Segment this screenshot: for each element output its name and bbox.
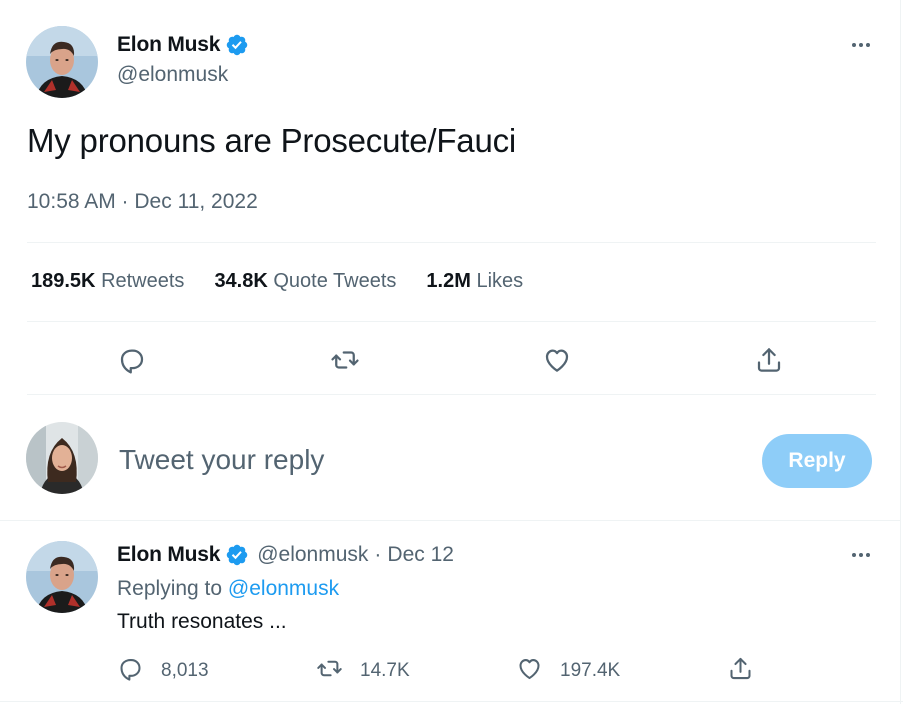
reply-icon[interactable] bbox=[117, 655, 144, 687]
section-divider bbox=[0, 520, 901, 521]
more-options-icon[interactable] bbox=[843, 27, 879, 63]
retweet-count: 14.7K bbox=[360, 660, 410, 681]
retweet-icon[interactable] bbox=[325, 340, 365, 380]
quote-tweets-label: Quote Tweets bbox=[273, 270, 397, 292]
likes-count: 1.2M bbox=[426, 270, 471, 292]
bottom-border bbox=[0, 701, 903, 702]
reply-input[interactable] bbox=[119, 444, 719, 476]
tweet-timestamp[interactable]: 10:58 AM · Dec 11, 2022 bbox=[27, 190, 258, 214]
author-name[interactable]: Elon Musk bbox=[117, 33, 220, 57]
reply-icon[interactable] bbox=[112, 340, 152, 380]
reply-count: 8,013 bbox=[161, 660, 209, 681]
likes-stat[interactable]: 1.2M Likes bbox=[426, 270, 523, 293]
author-name-row: Elon Musk bbox=[117, 33, 249, 57]
divider bbox=[27, 242, 876, 243]
reply-more-options-icon[interactable] bbox=[843, 537, 879, 573]
divider bbox=[27, 394, 876, 395]
reply-author-name[interactable]: Elon Musk bbox=[117, 543, 220, 567]
divider bbox=[27, 321, 876, 322]
quote-tweets-stat[interactable]: 34.8K Quote Tweets bbox=[214, 270, 396, 293]
likes-label: Likes bbox=[476, 270, 524, 292]
tweet-stats: 189.5K Retweets 34.8K Quote Tweets 1.2M … bbox=[31, 270, 553, 293]
separator-dot: · bbox=[374, 543, 382, 566]
verified-badge-icon bbox=[225, 543, 249, 567]
reply-author-avatar[interactable] bbox=[26, 541, 98, 613]
author-handle[interactable]: @elonmusk bbox=[117, 63, 228, 87]
like-icon[interactable] bbox=[516, 655, 543, 687]
retweets-stat[interactable]: 189.5K Retweets bbox=[31, 270, 184, 293]
retweets-count: 189.5K bbox=[31, 270, 96, 292]
user-avatar[interactable] bbox=[26, 422, 98, 494]
reply-share-action[interactable] bbox=[727, 655, 754, 687]
reply-tweet-header: Elon Musk @elonmusk · Dec 12 bbox=[117, 543, 454, 567]
right-border bbox=[900, 0, 901, 704]
replying-to: Replying to @elonmusk bbox=[117, 577, 339, 601]
verified-badge-icon bbox=[225, 33, 249, 57]
share-icon[interactable] bbox=[749, 340, 789, 380]
reply-retweet-action[interactable]: 14.7K bbox=[316, 655, 410, 687]
share-icon[interactable] bbox=[727, 655, 754, 687]
like-icon[interactable] bbox=[537, 340, 577, 380]
tweet-thread: Elon Musk @elonmusk My pronouns are Pros… bbox=[0, 0, 903, 704]
like-count: 197.4K bbox=[560, 660, 621, 681]
reply-author-handle[interactable]: @elonmusk bbox=[257, 543, 368, 567]
reply-reply-action[interactable]: 8,013 bbox=[117, 655, 209, 687]
reply-like-action[interactable]: 197.4K bbox=[516, 655, 620, 687]
tweet-text: My pronouns are Prosecute/Fauci bbox=[27, 122, 517, 159]
reply-tweet-text: Truth resonates ... bbox=[117, 610, 287, 633]
reply-date[interactable]: Dec 12 bbox=[387, 543, 454, 567]
retweets-label: Retweets bbox=[101, 270, 185, 292]
replying-to-link[interactable]: @elonmusk bbox=[228, 577, 339, 600]
replying-prefix: Replying to bbox=[117, 577, 223, 600]
quote-tweets-count: 34.8K bbox=[214, 270, 268, 292]
tweet-actions bbox=[0, 340, 903, 380]
author-avatar[interactable] bbox=[26, 26, 98, 98]
retweet-icon[interactable] bbox=[316, 655, 343, 687]
reply-button[interactable]: Reply bbox=[762, 434, 872, 488]
